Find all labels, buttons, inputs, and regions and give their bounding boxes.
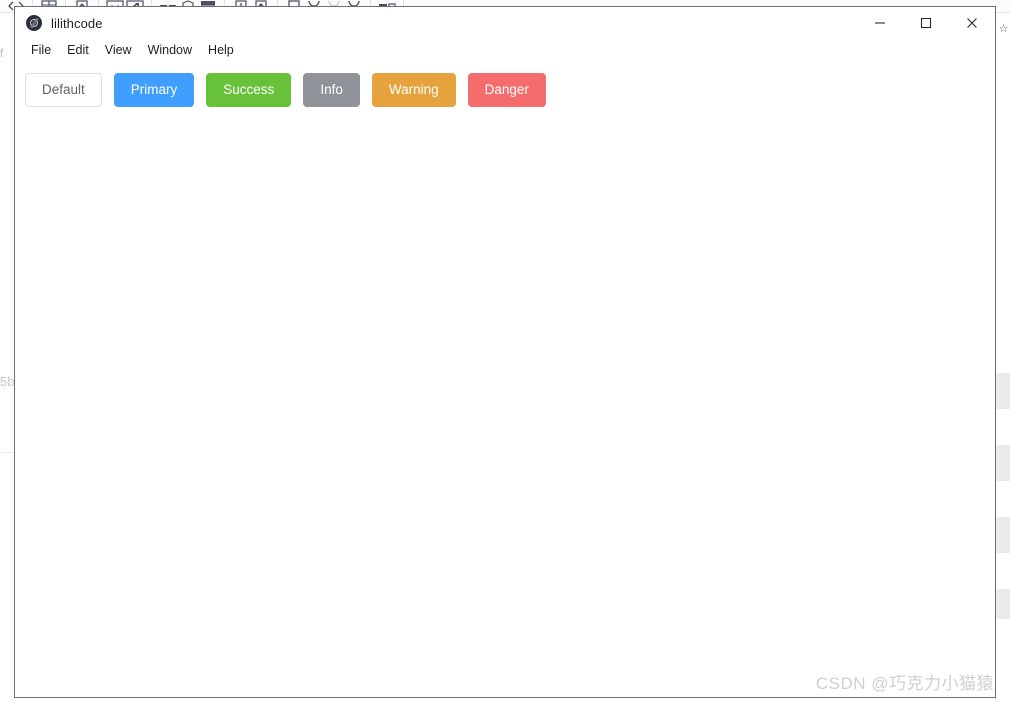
menu-item-edit[interactable]: Edit bbox=[59, 41, 97, 59]
demo-button-row: Default Primary Success Info Warning Dan… bbox=[25, 73, 995, 107]
menu-item-help[interactable]: Help bbox=[200, 41, 242, 59]
button-primary[interactable]: Primary bbox=[113, 73, 195, 107]
background-row-band bbox=[996, 445, 1010, 481]
maximize-icon[interactable] bbox=[903, 7, 949, 39]
background-row-band bbox=[996, 517, 1010, 553]
lilithcode-logo-icon bbox=[26, 15, 42, 31]
background-corner-text: f bbox=[0, 46, 4, 60]
button-success[interactable]: Success bbox=[206, 73, 292, 107]
title-bar[interactable]: lilithcode bbox=[15, 7, 995, 39]
minimize-icon[interactable] bbox=[857, 7, 903, 39]
background-right-column bbox=[995, 13, 1010, 702]
button-danger[interactable]: Danger bbox=[467, 73, 546, 107]
button-default[interactable]: Default bbox=[25, 73, 102, 107]
menu-item-window[interactable]: Window bbox=[140, 41, 200, 59]
window-controls bbox=[857, 7, 995, 39]
background-row-band bbox=[996, 589, 1010, 619]
menu-bar: File Edit View Window Help bbox=[15, 39, 995, 61]
menu-item-view[interactable]: View bbox=[97, 41, 140, 59]
button-info[interactable]: Info bbox=[303, 73, 360, 107]
button-warning[interactable]: Warning bbox=[371, 73, 456, 107]
close-icon[interactable] bbox=[949, 7, 995, 39]
menu-item-file[interactable]: File bbox=[23, 41, 59, 59]
window-content-area: Default Primary Success Info Warning Dan… bbox=[15, 61, 995, 697]
application-window: lilithcode File Edit View Window Help De… bbox=[14, 6, 996, 698]
window-title: lilithcode bbox=[51, 15, 103, 31]
background-row-band bbox=[996, 373, 1010, 409]
bookmark-star-icon[interactable]: ☆ bbox=[997, 22, 1010, 36]
